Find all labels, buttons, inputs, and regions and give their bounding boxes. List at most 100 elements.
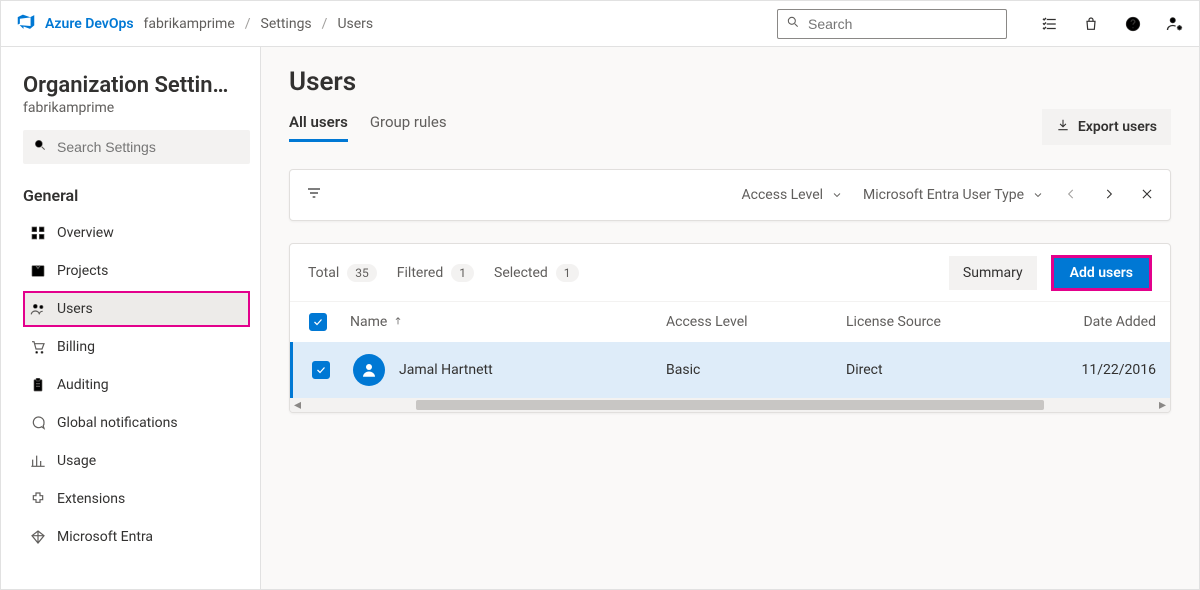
cell-license-source: Direct: [846, 362, 1026, 378]
select-all-checkbox[interactable]: [309, 313, 327, 331]
horizontal-scrollbar[interactable]: ◂ ▸: [290, 398, 1170, 412]
breadcrumb-sep-icon: /: [322, 16, 328, 32]
selected-count: Selected 1: [494, 264, 579, 282]
access-level-dropdown[interactable]: Access Level: [742, 187, 844, 203]
global-search-input[interactable]: [808, 16, 998, 32]
sidebar-search[interactable]: [23, 130, 250, 164]
tab-group-rules[interactable]: Group rules: [370, 113, 447, 142]
filtered-value: 1: [451, 264, 474, 282]
row-checkbox[interactable]: [312, 361, 330, 379]
add-users-label: Add users: [1070, 265, 1133, 281]
column-name-label: Name: [350, 314, 387, 330]
breadcrumb: fabrikamprime / Settings / Users: [142, 16, 374, 32]
scroll-left-icon[interactable]: ◂: [294, 397, 301, 413]
table-toolbar: Total 35 Filtered 1 Selected 1 Summary: [290, 244, 1170, 302]
chat-icon: [29, 414, 47, 432]
breadcrumb-users[interactable]: Users: [337, 16, 373, 32]
sidebar-item-billing[interactable]: Billing: [23, 329, 250, 365]
sidebar-item-extensions[interactable]: Extensions: [23, 481, 250, 517]
close-filter-button[interactable]: [1140, 185, 1154, 206]
column-date-added[interactable]: Date Added: [1026, 314, 1166, 330]
breadcrumb-sep-icon: /: [245, 16, 251, 32]
column-license-source[interactable]: License Source: [846, 314, 1026, 330]
sort-asc-icon: [393, 314, 403, 330]
top-bar: Azure DevOps fabrikamprime / Settings / …: [1, 1, 1199, 47]
sidebar-item-label: Microsoft Entra: [57, 529, 153, 545]
chevron-down-icon: [1032, 189, 1044, 201]
sidebar-subtitle: fabrikamprime: [23, 100, 250, 116]
total-label: Total: [308, 265, 339, 281]
table-row[interactable]: Jamal Hartnett Basic Direct 11/22/2016: [290, 342, 1170, 398]
sidebar-search-input[interactable]: [57, 139, 240, 155]
sidebar-item-projects[interactable]: Projects: [23, 253, 250, 289]
users-table-card: Total 35 Filtered 1 Selected 1 Summary: [289, 243, 1171, 413]
checklist-icon[interactable]: [1039, 14, 1059, 34]
next-page-button[interactable]: [1102, 185, 1116, 206]
devops-logo-icon: [15, 11, 37, 37]
column-name[interactable]: Name: [342, 314, 666, 330]
breadcrumb-settings[interactable]: Settings: [261, 16, 312, 32]
user-name: Jamal Hartnett: [399, 362, 493, 378]
sidebar-item-label: Overview: [57, 225, 114, 241]
sidebar-title: Organization Settin…: [23, 73, 243, 98]
total-value: 35: [347, 264, 377, 282]
top-actions: [1039, 14, 1185, 34]
sidebar-item-global-notifications[interactable]: Global notifications: [23, 405, 250, 441]
dropdown-label: Microsoft Entra User Type: [863, 187, 1024, 203]
sidebar-item-usage[interactable]: Usage: [23, 443, 250, 479]
cart-icon: [29, 338, 47, 356]
page-title: Users: [289, 67, 1171, 97]
filtered-label: Filtered: [397, 265, 443, 281]
summary-button[interactable]: Summary: [949, 256, 1037, 290]
users-icon: [29, 300, 47, 318]
breadcrumb-org[interactable]: fabrikamprime: [144, 16, 235, 32]
brand-label: Azure DevOps: [45, 16, 134, 32]
scrollbar-thumb[interactable]: [416, 400, 1044, 410]
tabs-row: All users Group rules Export users: [289, 109, 1171, 145]
sidebar-item-overview[interactable]: Overview: [23, 215, 250, 251]
entra-type-dropdown[interactable]: Microsoft Entra User Type: [863, 187, 1044, 203]
dropdown-label: Access Level: [742, 187, 824, 203]
entra-icon: [29, 528, 47, 546]
user-settings-icon[interactable]: [1165, 14, 1185, 34]
sidebar-item-label: Auditing: [57, 377, 109, 393]
total-count: Total 35: [308, 264, 377, 282]
cell-date-added: 11/22/2016: [1026, 362, 1166, 378]
search-icon: [786, 15, 800, 33]
avatar: [353, 354, 385, 386]
selected-value: 1: [556, 264, 579, 282]
export-users-button[interactable]: Export users: [1042, 109, 1171, 145]
sidebar-item-label: Usage: [57, 453, 96, 469]
selected-label: Selected: [494, 265, 548, 281]
tab-all-users[interactable]: All users: [289, 113, 348, 142]
add-users-button[interactable]: Add users: [1051, 255, 1152, 291]
user-cell: Jamal Hartnett: [345, 354, 666, 386]
cell-access-level: Basic: [666, 362, 846, 378]
filtered-count: Filtered 1: [397, 264, 474, 282]
column-access-level[interactable]: Access Level: [666, 314, 846, 330]
devops-brand[interactable]: Azure DevOps: [15, 11, 134, 37]
main-content: Users All users Group rules Export users…: [261, 47, 1199, 589]
sidebar-item-auditing[interactable]: Auditing: [23, 367, 250, 403]
project-icon: [29, 262, 47, 280]
filter-icon[interactable]: [306, 185, 322, 205]
tabs: All users Group rules: [289, 113, 447, 142]
prev-page-button[interactable]: [1064, 185, 1078, 206]
download-icon: [1056, 118, 1070, 136]
usage-icon: [29, 452, 47, 470]
sidebar-section-general: General: [23, 186, 250, 205]
search-icon: [33, 138, 47, 156]
scroll-right-icon[interactable]: ▸: [1159, 397, 1166, 413]
sidebar-item-label: Extensions: [57, 491, 125, 507]
sidebar-item-label: Billing: [57, 339, 95, 355]
marketplace-icon[interactable]: [1081, 14, 1101, 34]
summary-label: Summary: [963, 265, 1023, 281]
global-search[interactable]: [777, 9, 1007, 39]
sidebar-item-users[interactable]: Users: [23, 291, 250, 327]
sidebar-item-label: Global notifications: [57, 415, 178, 431]
sidebar-item-microsoft-entra[interactable]: Microsoft Entra: [23, 519, 250, 555]
grid-icon: [29, 224, 47, 242]
help-icon[interactable]: [1123, 14, 1143, 34]
clipboard-icon: [29, 376, 47, 394]
export-label: Export users: [1078, 119, 1157, 135]
